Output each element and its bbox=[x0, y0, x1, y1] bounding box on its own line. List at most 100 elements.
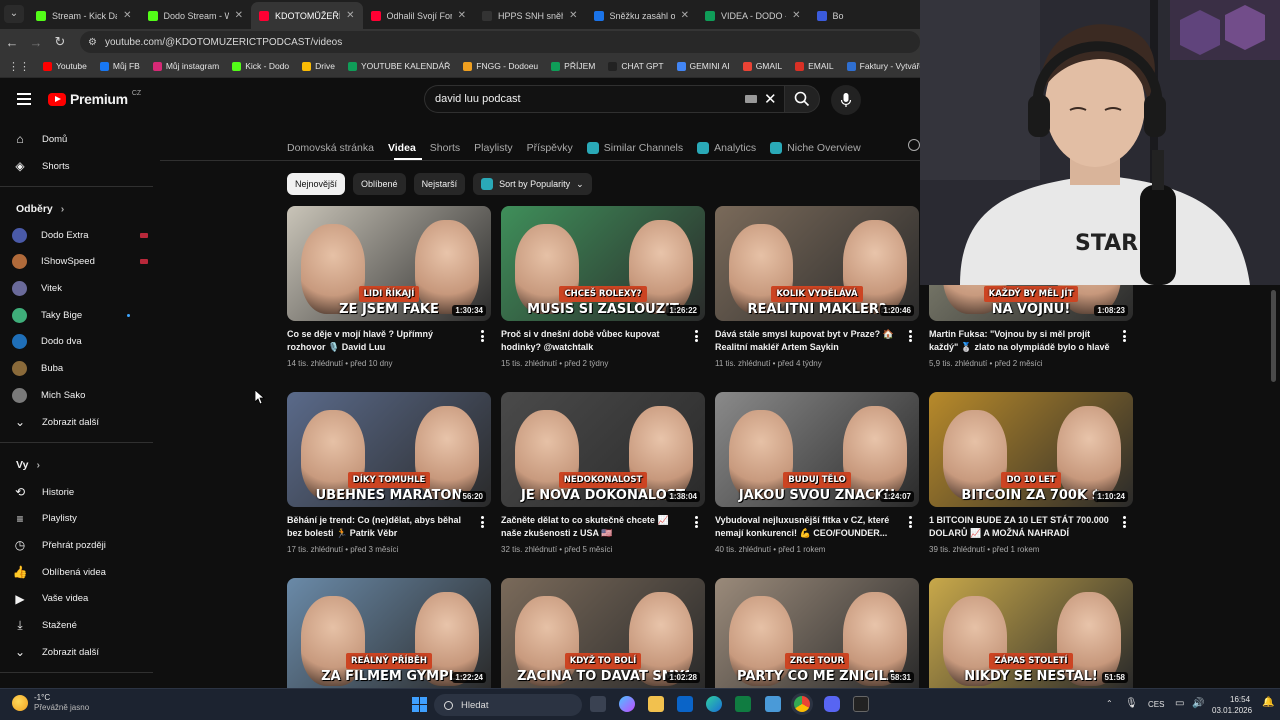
chrome-icon[interactable] bbox=[794, 696, 810, 712]
tab-similar-channels[interactable]: Similar Channels bbox=[586, 138, 683, 158]
video-card[interactable]: BUDUJ TĚLO JAKOU SVOU ZNAČKU 1:24:07 Vybudo… bbox=[715, 392, 919, 562]
video-thumbnail[interactable]: CHCEŠ ROLEXY? MUSÍŠ SI ZASLOUŽIT 1:26:22 bbox=[501, 206, 705, 321]
epic-games-icon[interactable] bbox=[853, 696, 869, 712]
tab-close-icon[interactable]: ✕ bbox=[458, 10, 466, 21]
bookmark[interactable]: YOUTUBE KALENDÁŘ bbox=[347, 61, 450, 71]
video-card[interactable]: DÍKY TOMUHLE UBĚHNEŠ MARATON 56:20 Běhání j… bbox=[287, 392, 491, 562]
video-card[interactable]: ZRCE TOUR PARTY CO MĚ ZNIČILA 58:31 bbox=[715, 578, 919, 688]
discord-icon[interactable] bbox=[824, 696, 840, 712]
tab-close-icon[interactable]: ✕ bbox=[681, 10, 689, 21]
filter-chip[interactable]: Nejnovější bbox=[287, 173, 346, 195]
video-thumbnail[interactable]: KDYŽ TO BOLÍ ZAČÍNÁ TO DÁVAT SMYSL 1:02:28 bbox=[501, 578, 705, 688]
browser-tab[interactable]: KDOTOMŮŽEŘÍCT - Y ✕ bbox=[251, 2, 363, 29]
video-thumbnail[interactable]: ZÁPAS STOLETÍ NIKDY SE NESTAL! 51:58 bbox=[929, 578, 1133, 688]
more-actions-icon[interactable] bbox=[1123, 330, 1126, 342]
video-title[interactable]: Co se děje v mojí hlavě ? Upřímný rozhov… bbox=[287, 328, 473, 354]
more-actions-icon[interactable] bbox=[1123, 516, 1126, 528]
browser-tab[interactable]: VIDEA - DODO - Tab ✕ bbox=[697, 2, 809, 29]
windows-start-icon[interactable] bbox=[412, 697, 427, 712]
sidebar-item-watch-later[interactable]: ◷ Přehrát později bbox=[12, 532, 148, 558]
video-card[interactable]: KOLIK VYDĚLÁVÁ REALITNÍ MAKLÉŘ? 1:20:46 Dáv… bbox=[715, 206, 919, 376]
video-title[interactable]: Proč si v dnešní době vůbec kupovat hodi… bbox=[501, 328, 687, 354]
browser-tab[interactable]: Stream - Kick Dashb ✕ bbox=[28, 2, 140, 29]
subscriptions-heading[interactable]: Odběry › bbox=[16, 203, 64, 215]
more-actions-icon[interactable] bbox=[909, 516, 912, 528]
keyboard-icon[interactable] bbox=[745, 95, 757, 103]
bookmark[interactable]: GMAIL bbox=[742, 61, 782, 71]
sidebar-item-home[interactable]: ⌂ Domů bbox=[12, 126, 148, 152]
video-title[interactable]: Vybudoval nejluxusnější fitka v CZ, kter… bbox=[715, 514, 901, 540]
tab-niche-overview[interactable]: Niche Overview bbox=[770, 138, 861, 158]
menu-icon[interactable] bbox=[17, 93, 31, 105]
tray-mic-icon[interactable]: 🎙 bbox=[1125, 698, 1138, 709]
video-card[interactable]: DO 10 LET BITCOIN ZA 700K $1:10:24 1 BITCO… bbox=[929, 392, 1133, 562]
show-more-subscriptions[interactable]: ⌄ Zobrazit další bbox=[12, 409, 148, 435]
bookmark[interactable]: EMAIL bbox=[795, 61, 834, 71]
video-thumbnail[interactable]: LIDI ŘÍKAJÍ ŽE JSEM FAKE 1:30:34 bbox=[287, 206, 491, 321]
video-title[interactable]: Běhání je trend: Co (ne)dělat, abys běha… bbox=[287, 514, 473, 540]
video-thumbnail[interactable]: BUDUJ TĚLO JAKOU SVOU ZNAČKU 1:24:07 bbox=[715, 392, 919, 507]
apps-icon[interactable]: ⋮⋮ bbox=[8, 60, 30, 73]
video-card[interactable]: ZÁPAS STOLETÍ NIKDY SE NESTAL! 51:58 bbox=[929, 578, 1133, 688]
tab-shorts[interactable]: Shorts bbox=[430, 138, 460, 158]
voice-search-button[interactable] bbox=[831, 85, 861, 115]
bookmark[interactable]: PŘÍJEM bbox=[551, 61, 595, 71]
bookmark[interactable]: Faktury - Vytváření bbox=[846, 61, 920, 71]
tab-close-icon[interactable]: ✕ bbox=[123, 10, 131, 21]
edge-icon[interactable] bbox=[706, 696, 722, 712]
sidebar-item-shorts[interactable]: ◈ Shorts bbox=[12, 153, 148, 179]
taskbar-search[interactable]: Hledat bbox=[434, 694, 582, 716]
youtube-logo[interactable]: Premium CZ bbox=[48, 90, 141, 107]
video-card[interactable]: KDYŽ TO BOLÍ ZAČÍNÁ TO DÁVAT SMYSL 1:02:28 bbox=[501, 578, 705, 688]
more-actions-icon[interactable] bbox=[695, 516, 698, 528]
network-icon[interactable]: ▭ bbox=[1175, 698, 1184, 709]
video-title[interactable]: Martin Fuksa: "Vojnou by si měl projít k… bbox=[929, 328, 1115, 354]
more-actions-icon[interactable] bbox=[481, 516, 484, 528]
bookmark[interactable]: Můj FB bbox=[99, 61, 140, 71]
tab-close-icon[interactable]: ✕ bbox=[792, 10, 800, 21]
video-card[interactable]: NEDOKONALOST JE NOVÁ DOKONALOST 1:38:04 Zač… bbox=[501, 392, 705, 562]
show-more-you[interactable]: ⌄ Zobrazit další bbox=[12, 639, 148, 665]
sidebar-subscription[interactable]: Vitek bbox=[12, 275, 148, 301]
video-thumbnail[interactable]: ZRCE TOUR PARTY CO MĚ ZNIČILA 58:31 bbox=[715, 578, 919, 688]
browser-tab[interactable]: HPPS SNH sněhomě ✕ bbox=[474, 2, 586, 29]
video-card[interactable]: REÁLNÝ PŘÍBĚH ZA FILMEM GYMPL 1:22:24 bbox=[287, 578, 491, 688]
more-actions-icon[interactable] bbox=[695, 330, 698, 342]
language-indicator[interactable]: CES bbox=[1148, 700, 1164, 709]
tab-close-icon[interactable]: ✕ bbox=[235, 10, 243, 21]
weather-widget[interactable]: -1°C Převážně jasno bbox=[12, 693, 89, 713]
filter-chip[interactable]: Oblíbené bbox=[353, 173, 406, 195]
filter-chip[interactable]: Nejstarší bbox=[413, 173, 466, 195]
video-card[interactable]: LIDI ŘÍKAJÍ ŽE JSEM FAKE 1:30:34 Co se děje… bbox=[287, 206, 491, 376]
file-explorer-icon[interactable] bbox=[648, 696, 664, 712]
reload-icon[interactable]: ↻ bbox=[48, 34, 72, 50]
you-heading[interactable]: Vy › bbox=[16, 459, 40, 471]
copilot-icon[interactable] bbox=[619, 696, 635, 712]
tab-close-icon[interactable]: ✕ bbox=[346, 10, 354, 21]
more-actions-icon[interactable] bbox=[909, 330, 912, 342]
sidebar-item-your-videos[interactable]: ▶ Vaše videa bbox=[12, 586, 148, 612]
sidebar-subscription[interactable]: IShowSpeed bbox=[12, 249, 148, 275]
forward-icon[interactable]: → bbox=[24, 35, 48, 50]
video-thumbnail[interactable]: KOLIK VYDĚLÁVÁ REALITNÍ MAKLÉŘ? 1:20:46 bbox=[715, 206, 919, 321]
bookmark[interactable]: Můj instagram bbox=[152, 61, 219, 71]
search-button[interactable] bbox=[784, 85, 820, 113]
video-thumbnail[interactable]: NEDOKONALOST JE NOVÁ DOKONALOST 1:38:04 bbox=[501, 392, 705, 507]
sidebar-subscription[interactable]: Taky Bige bbox=[12, 302, 148, 328]
tab-videa[interactable]: Videa bbox=[388, 138, 416, 158]
video-thumbnail[interactable]: DÍKY TOMUHLE UBĚHNEŠ MARATON 56:20 bbox=[287, 392, 491, 507]
tab-analytics[interactable]: Analytics bbox=[697, 138, 756, 158]
video-card[interactable]: CHCEŠ ROLEXY? MUSÍŠ SI ZASLOUŽIT 1:26:22 Pr… bbox=[501, 206, 705, 376]
video-title[interactable]: 1 BITCOIN BUDE ZA 10 LET STÁT 700.000 DO… bbox=[929, 514, 1115, 540]
video-thumbnail[interactable]: REÁLNÝ PŘÍBĚH ZA FILMEM GYMPL 1:22:24 bbox=[287, 578, 491, 688]
back-icon[interactable]: ← bbox=[0, 35, 24, 50]
browser-tab[interactable]: Sněžku zasáhl orkán ✕ bbox=[586, 2, 698, 29]
notification-icon[interactable]: 🔔 bbox=[1262, 697, 1274, 708]
tab-domovsk-str-nka[interactable]: Domovská stránka bbox=[287, 138, 374, 158]
clock-time[interactable]: 16:54 bbox=[1230, 695, 1250, 704]
url-field[interactable]: ⚙ youtube.com/@KDOTOMUZERICTPODCAST/vide… bbox=[80, 31, 920, 53]
site-info-icon[interactable]: ⚙ bbox=[88, 37, 97, 48]
browser-tab[interactable]: Bo bbox=[809, 2, 921, 29]
video-thumbnail[interactable]: DO 10 LET BITCOIN ZA 700K $1:10:24 bbox=[929, 392, 1133, 507]
tray-chevron-icon[interactable]: ⌃ bbox=[1106, 699, 1113, 708]
